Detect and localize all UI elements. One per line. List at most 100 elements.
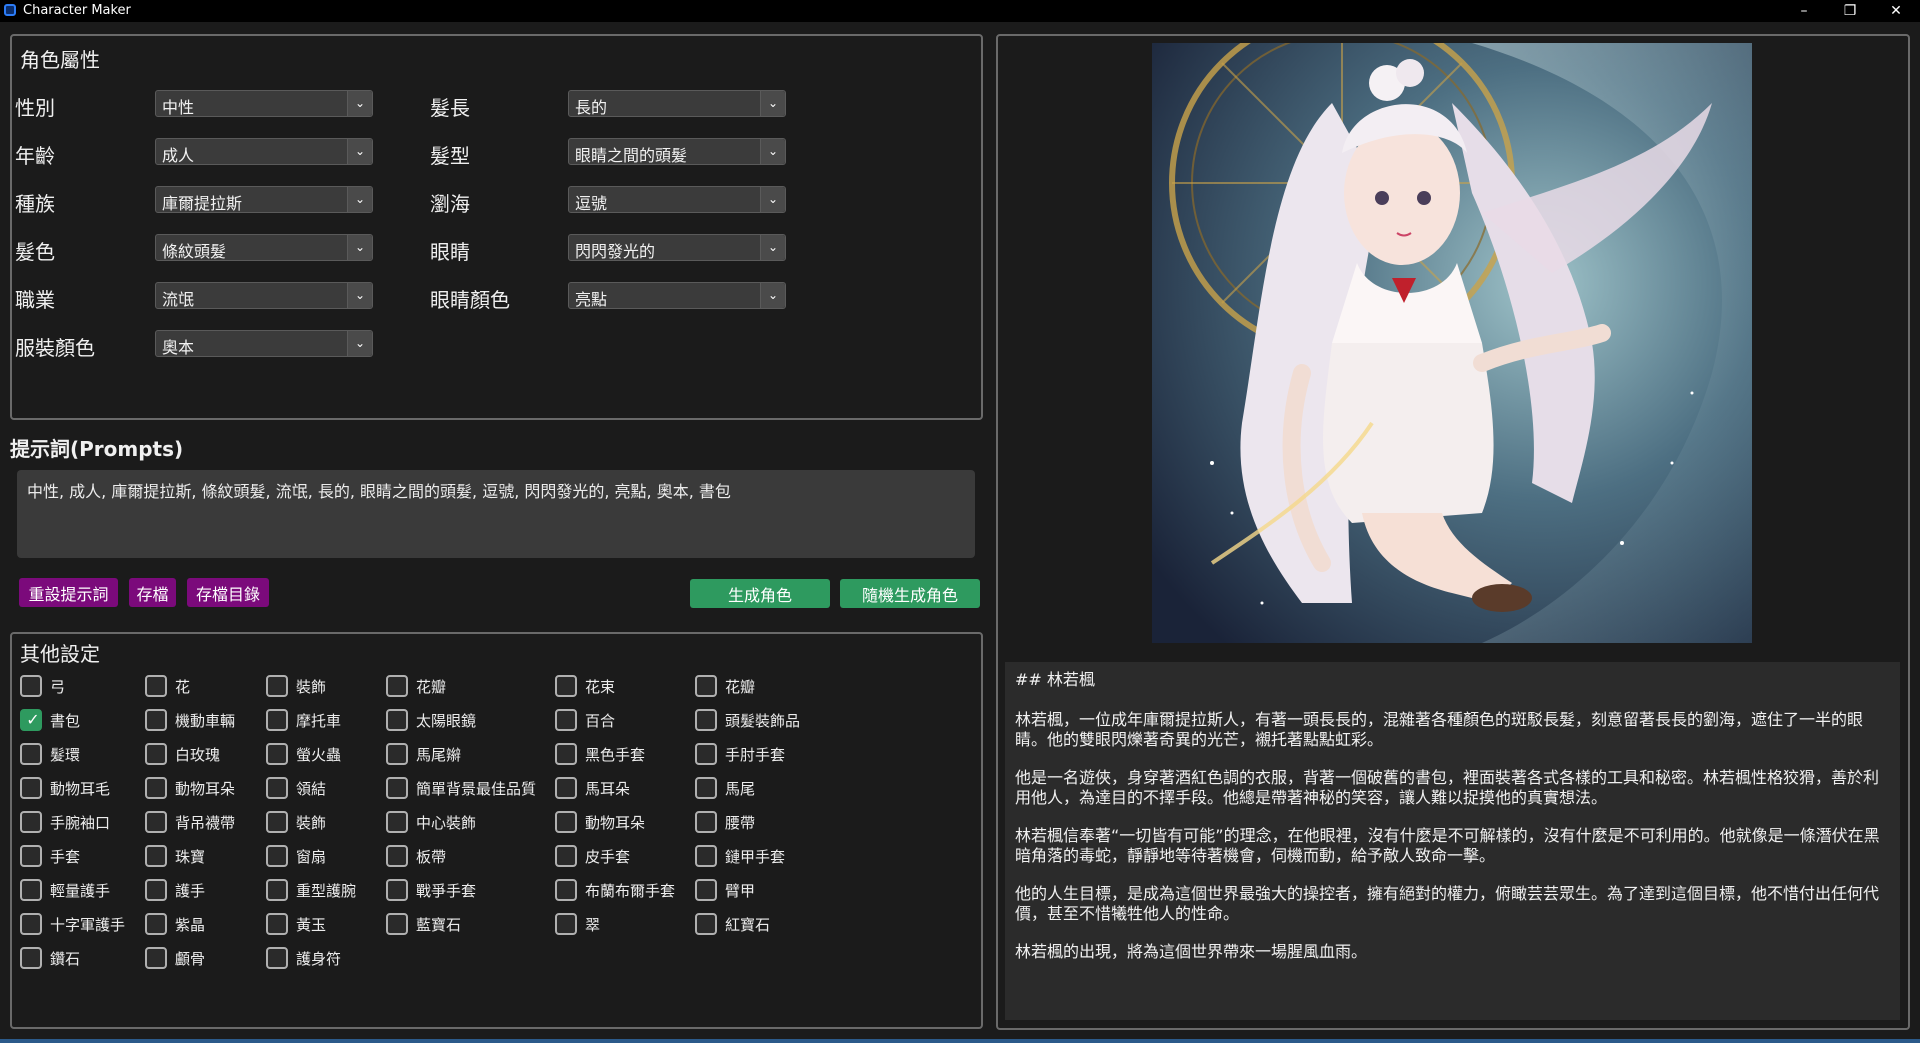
generate-character-button[interactable]: 生成角色 <box>690 579 830 608</box>
eyes-select[interactable]: 閃閃發光的 ⌄ <box>568 234 786 261</box>
prompt-textarea[interactable]: 中性, 成人, 庫爾提拉斯, 條紋頭髮, 流氓, 長的, 眼睛之間的頭髮, 逗號… <box>17 470 975 558</box>
checkbox[interactable] <box>386 777 408 799</box>
checkbox[interactable] <box>266 845 288 867</box>
app-icon <box>4 4 16 16</box>
random-generate-button[interactable]: 隨機生成角色 <box>840 579 980 608</box>
checkbox[interactable] <box>555 845 577 867</box>
bangs-label: 瀏海 <box>430 192 470 216</box>
prompts-title: 提示詞(Prompts) <box>10 437 184 461</box>
checkbox[interactable] <box>555 777 577 799</box>
profession-select[interactable]: 流氓 ⌄ <box>155 282 373 309</box>
checkbox[interactable] <box>386 811 408 833</box>
checkbox[interactable] <box>20 675 42 697</box>
eye-color-select[interactable]: 亮點 ⌄ <box>568 282 786 309</box>
character-image <box>1152 43 1752 643</box>
checkbox[interactable] <box>266 947 288 969</box>
checkbox[interactable] <box>20 743 42 765</box>
checkbox-label: 輕量護手 <box>50 882 111 900</box>
checkbox[interactable] <box>386 675 408 697</box>
age-select[interactable]: 成人 ⌄ <box>155 138 373 165</box>
chevron-down-icon: ⌄ <box>760 187 785 212</box>
checkbox[interactable] <box>145 879 167 901</box>
checkbox[interactable] <box>386 743 408 765</box>
checkbox-label: 背吊襪帶 <box>175 814 236 832</box>
checkbox-label: 花束 <box>585 678 616 696</box>
checkbox[interactable] <box>145 743 167 765</box>
character-illustration <box>1152 43 1752 643</box>
gender-select[interactable]: 中性 ⌄ <box>155 90 373 117</box>
checkbox[interactable] <box>386 879 408 901</box>
hair-style-select[interactable]: 眼睛之間的頭髮 ⌄ <box>568 138 786 165</box>
save-button[interactable]: 存檔 <box>129 578 176 607</box>
checkbox[interactable] <box>695 879 717 901</box>
race-select[interactable]: 庫爾提拉斯 ⌄ <box>155 186 373 213</box>
checkbox-checked[interactable]: ✓ <box>20 709 42 731</box>
outfit-color-select[interactable]: 奧本 ⌄ <box>155 330 373 357</box>
profession-label: 職業 <box>15 288 55 312</box>
checkbox[interactable] <box>20 811 42 833</box>
checkbox[interactable] <box>695 845 717 867</box>
checkbox[interactable] <box>20 777 42 799</box>
checkbox[interactable] <box>266 675 288 697</box>
checkbox-label: 髮環 <box>50 746 81 764</box>
hair-color-select[interactable]: 條紋頭髮 ⌄ <box>155 234 373 261</box>
checkbox[interactable] <box>266 743 288 765</box>
checkbox[interactable] <box>20 947 42 969</box>
checkbox-label: 動物耳朵 <box>175 780 236 798</box>
checkbox-label: 護身符 <box>296 950 342 968</box>
bangs-select[interactable]: 逗號 ⌄ <box>568 186 786 213</box>
chevron-down-icon: ⌄ <box>760 235 785 260</box>
checkbox-label: 簡單背景最佳品質 <box>416 780 537 798</box>
checkbox-label: 馬尾 <box>725 780 756 798</box>
checkbox-label: 螢火蟲 <box>296 746 342 764</box>
hair-length-select[interactable]: 長的 ⌄ <box>568 90 786 117</box>
checkbox[interactable] <box>555 743 577 765</box>
checkbox[interactable] <box>145 777 167 799</box>
restore-icon[interactable]: ❐ <box>1827 0 1873 22</box>
checkbox[interactable] <box>266 879 288 901</box>
checkbox[interactable] <box>266 709 288 731</box>
title-bar: Character Maker – ❐ ✕ <box>0 0 1920 22</box>
checkbox[interactable] <box>695 675 717 697</box>
checkbox[interactable] <box>695 777 717 799</box>
checkbox[interactable] <box>145 811 167 833</box>
minimize-icon[interactable]: – <box>1781 0 1827 22</box>
checkbox[interactable] <box>386 709 408 731</box>
checkbox-label: 黑色手套 <box>585 746 646 764</box>
checkbox[interactable] <box>555 675 577 697</box>
checkbox[interactable] <box>20 845 42 867</box>
checkbox-label: 板帶 <box>416 848 447 866</box>
checkbox-label: 書包 <box>50 712 81 730</box>
checkbox[interactable] <box>20 913 42 935</box>
checkbox-label: 百合 <box>585 712 616 730</box>
checkbox[interactable] <box>145 913 167 935</box>
checkbox[interactable] <box>145 675 167 697</box>
description-paragraph: 林若楓的出現，將為這個世界帶來一場腥風血雨。 <box>1015 942 1368 961</box>
close-icon[interactable]: ✕ <box>1873 0 1919 22</box>
checkbox[interactable] <box>695 811 717 833</box>
reset-prompt-button[interactable]: 重設提示詞 <box>19 578 118 607</box>
checkbox-label: 裝飾 <box>296 814 327 832</box>
checkbox[interactable] <box>695 743 717 765</box>
checkbox[interactable] <box>145 845 167 867</box>
checkbox[interactable] <box>695 913 717 935</box>
save-directory-button[interactable]: 存檔目錄 <box>187 578 269 607</box>
checkbox-label: 顱骨 <box>175 950 206 968</box>
checkbox[interactable] <box>555 709 577 731</box>
checkbox[interactable] <box>555 811 577 833</box>
checkbox[interactable] <box>386 845 408 867</box>
checkbox[interactable] <box>20 879 42 901</box>
checkbox[interactable] <box>266 913 288 935</box>
checkbox[interactable] <box>555 879 577 901</box>
chevron-down-icon: ⌄ <box>347 283 372 308</box>
checkbox[interactable] <box>695 709 717 731</box>
checkbox-label: 頭髮裝飾品 <box>725 712 801 730</box>
checkbox[interactable] <box>266 777 288 799</box>
checkbox[interactable] <box>386 913 408 935</box>
checkbox[interactable] <box>266 811 288 833</box>
checkbox[interactable] <box>555 913 577 935</box>
checkbox[interactable] <box>145 709 167 731</box>
checkbox-label: 花瓣 <box>725 678 756 696</box>
bottom-strip <box>0 1039 1920 1043</box>
checkbox[interactable] <box>145 947 167 969</box>
